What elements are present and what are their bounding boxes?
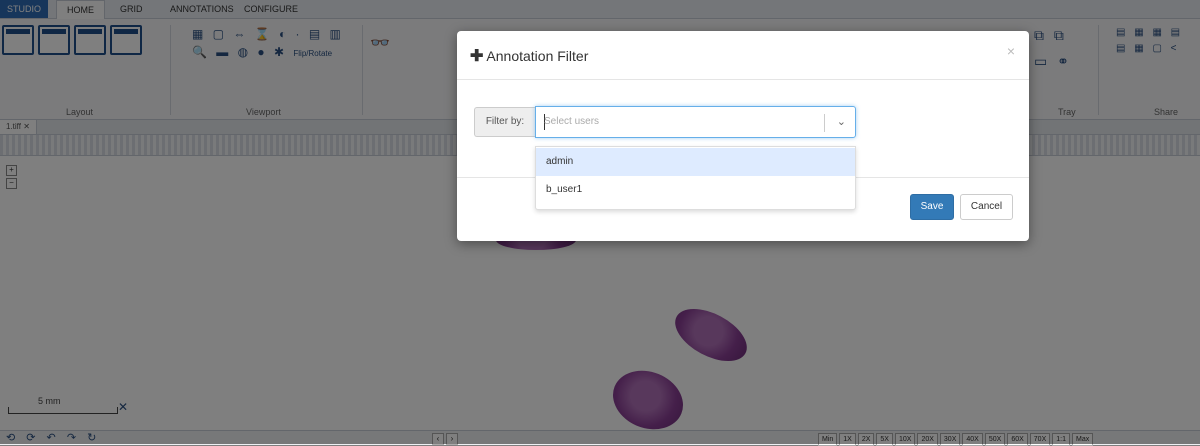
user-option-admin[interactable]: admin [536, 148, 855, 176]
save-button[interactable]: Save [910, 194, 954, 220]
modal-title-text: Annotation Filter [486, 48, 589, 64]
plus-icon: ✚ [470, 48, 484, 65]
cancel-button[interactable]: Cancel [960, 194, 1013, 220]
modal-title: ✚ Annotation Filter [470, 46, 588, 66]
close-icon[interactable]: × [1007, 43, 1015, 59]
user-select-menu: admin b_user1 [535, 146, 856, 210]
modal-header: ✚ Annotation Filter × [457, 31, 1029, 80]
select-divider [824, 114, 825, 132]
filter-by-label: Filter by: [474, 107, 535, 137]
chevron-down-icon[interactable]: ⌄ [837, 115, 846, 128]
user-option-b-user1[interactable]: b_user1 [536, 176, 855, 204]
user-select-placeholder: Select users [544, 116, 600, 127]
user-select[interactable]: Select users ⌄ [535, 106, 856, 138]
